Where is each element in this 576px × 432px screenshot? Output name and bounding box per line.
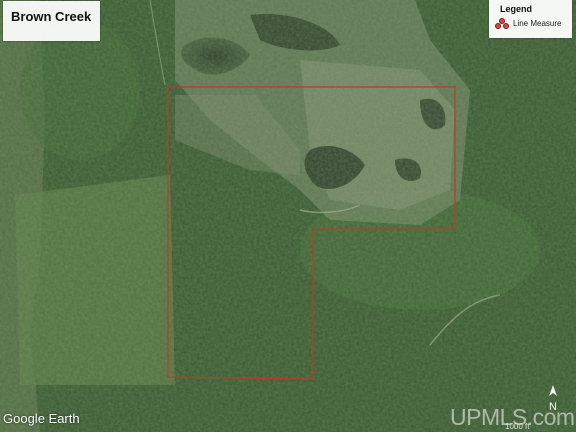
map-title: Brown Creek <box>11 9 92 24</box>
google-earth-attribution: Google Earth <box>3 411 80 426</box>
legend-item-label: Line Measure <box>513 18 562 28</box>
legend-title: Legend <box>500 4 533 14</box>
line-measure-icon <box>495 18 509 29</box>
canopy-texture <box>0 0 576 432</box>
map-title-box: Brown Creek <box>3 1 100 41</box>
satellite-map[interactable] <box>0 0 576 432</box>
legend-item: Line Measure <box>495 18 572 29</box>
legend-panel: Legend Line Measure <box>489 0 572 38</box>
upmls-watermark: UPMLS.com <box>450 404 575 430</box>
